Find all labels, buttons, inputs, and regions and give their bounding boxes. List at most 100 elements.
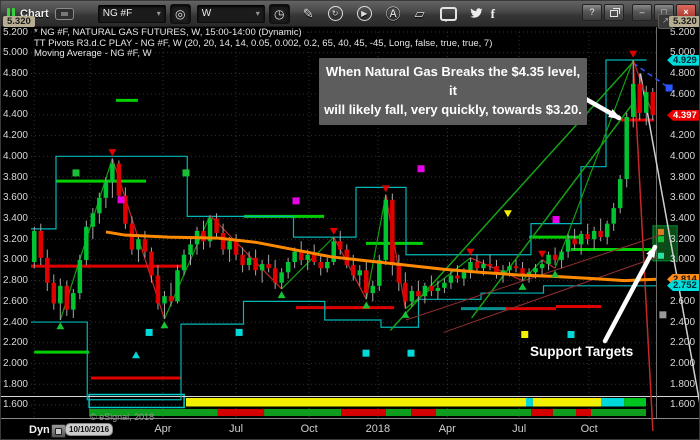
candle-body [188,244,193,255]
refresh-button[interactable]: ↻ [327,6,343,21]
support-target-square [658,236,664,243]
price-label-right: 4.200 [670,130,696,142]
ribbon-highlight-box [88,393,185,409]
candle-body [168,296,174,302]
trend-ribbon-lower [217,409,265,416]
price-label-right: 1.800 [670,378,696,390]
draw-tool-button[interactable]: ✎ [303,6,314,22]
candle-body [650,92,655,115]
candle-body [240,254,245,266]
price-label-left: 4.000 [2,150,28,162]
time-template-button[interactable]: ◷ [268,3,290,24]
chevron-down-icon[interactable]: ▾ [256,9,260,18]
trend-ribbon-upper [532,398,601,407]
signal-triangle-up [277,291,286,299]
candle-body [181,254,187,271]
price-tag: 4.397 [667,109,699,121]
zigzag-segment [541,259,556,269]
signal-square [292,197,300,205]
lock-icon[interactable] [51,424,66,438]
zigzag-segment [59,158,113,321]
x-axis-label: Apr [154,423,172,435]
candle-body [533,268,538,273]
signal-triangle-up [160,321,169,329]
annotation-line2: will likely fall, very quickly, towards … [324,101,582,117]
candle-body [481,264,486,269]
circled-a-icon: Ⓐ [385,6,401,23]
trend-ribbon-lower [552,409,576,416]
play-button[interactable]: ▶ [356,6,372,21]
scale-max-tag-right: 5.320 [669,16,699,27]
candle-body [611,208,616,224]
signal-triangle-down [538,250,547,258]
symbol-lookup-button[interactable]: ◎ [169,3,191,24]
candle-body [253,257,258,271]
x-axis-label: 2018 [365,423,391,435]
trend-ribbon-lower [576,409,591,416]
candle-body [442,282,447,288]
support-target-square [658,228,664,235]
trendline [405,233,664,321]
candle-body [298,251,304,260]
chart-badge-icon[interactable] [54,7,74,20]
trend-ribbon-lower [436,409,531,416]
candle-body [351,265,356,276]
x-axis-label: Oct [580,423,598,435]
price-label-left: 2.000 [2,358,28,370]
trendline [471,98,637,319]
candle-body [38,230,44,258]
price-label-right: 3.600 [670,192,696,204]
facebook-icon[interactable]: f [491,6,495,22]
price-label-right: 1.600 [670,399,696,411]
price-label-left: 3.000 [2,254,28,266]
candle-body [246,257,252,266]
candle-body [455,275,460,279]
candle-body [116,163,122,196]
projection-line [632,62,670,89]
annotation-tool-button[interactable]: Ⓐ [386,3,401,24]
signal-triangle-down [329,227,338,235]
help-button[interactable]: ? [582,4,602,21]
signal-square [417,165,425,173]
zigzag-segment [111,158,166,320]
support-target-square [658,252,664,259]
candle-body [337,241,343,250]
x-axis-label: Apr [438,423,456,435]
symbol-input[interactable]: NG #F ▾ [97,4,166,23]
candle-body [591,230,597,240]
candle-body [474,261,480,269]
eraser-button[interactable]: ▱ [415,6,425,22]
start-date-field[interactable]: 10/10/2016 [65,423,114,436]
trend-ribbon-upper [186,398,526,407]
price-label-left: 4.800 [2,67,28,79]
signal-triangle-up [132,351,140,359]
trend-ribbon-lower [264,409,341,416]
chevron-down-icon[interactable]: ▾ [157,9,161,18]
signal-triangle-down [466,248,475,256]
scale-max-tag-left: 5.320 [3,16,35,27]
trend-ribbon-lower [386,409,411,416]
trend-ribbon-upper [526,398,533,407]
eraser-icon: ▱ [414,5,425,21]
price-label-right: 2.400 [670,316,696,328]
price-label-left: 3.800 [2,171,28,183]
candle-body [559,251,564,260]
support-targets-label[interactable]: Support Targets [530,344,633,359]
candle-body [97,197,102,214]
candle-body [513,266,519,269]
candle-body [324,261,330,269]
zigzag-segment [209,214,283,290]
target-icon: ◎ [174,6,186,21]
minimize-button[interactable]: – [632,4,652,21]
candle-body [344,249,350,266]
annotation-callout[interactable]: When Natural Gas Breaks the $4.35 level,… [319,58,587,125]
candle-body [149,251,154,276]
candle-body [383,199,389,260]
restore-button[interactable] [604,4,624,21]
chat-button[interactable] [439,6,457,22]
interval-input[interactable]: W ▾ [196,4,265,23]
signal-square [182,169,190,177]
candle-body [604,223,610,238]
dynamic-session-label[interactable]: Dyn [29,424,50,436]
twitter-icon[interactable] [469,8,483,19]
